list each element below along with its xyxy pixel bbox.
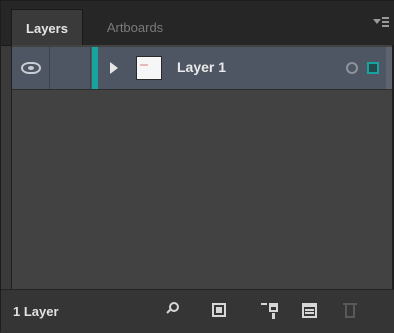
locate-object-button[interactable] bbox=[163, 300, 185, 322]
expand-arrow-icon[interactable] bbox=[110, 62, 118, 74]
layer-color-indicator bbox=[92, 47, 98, 89]
layer-name[interactable]: Layer 1 bbox=[177, 59, 226, 75]
layer-row[interactable]: Layer 1 bbox=[12, 47, 392, 90]
panel-menu-icon[interactable] bbox=[373, 15, 389, 29]
new-sublayer-icon bbox=[261, 303, 267, 305]
layers-list: Layer 1 bbox=[11, 45, 393, 289]
scrollbar[interactable] bbox=[386, 47, 392, 89]
clipping-mask-button[interactable] bbox=[209, 300, 231, 322]
panel-footer: 1 Layer bbox=[1, 289, 394, 333]
layer-thumbnail bbox=[136, 56, 162, 80]
delete-button[interactable] bbox=[339, 300, 361, 322]
selection-indicator[interactable] bbox=[367, 62, 379, 74]
layer-count: 1 Layer bbox=[13, 304, 59, 319]
layers-panel: Layers Artboards Layer 1 1 Layer bbox=[0, 0, 394, 333]
new-layer-button[interactable] bbox=[299, 300, 321, 322]
panel-tab-bar: Layers Artboards bbox=[1, 1, 394, 46]
target-icon[interactable] bbox=[346, 62, 358, 74]
visibility-toggle[interactable] bbox=[12, 47, 50, 89]
new-sublayer-button[interactable] bbox=[259, 300, 281, 322]
tab-layers[interactable]: Layers bbox=[11, 9, 83, 46]
lock-toggle[interactable] bbox=[50, 47, 91, 89]
eye-icon bbox=[20, 62, 41, 74]
tab-artboards[interactable]: Artboards bbox=[87, 9, 183, 45]
